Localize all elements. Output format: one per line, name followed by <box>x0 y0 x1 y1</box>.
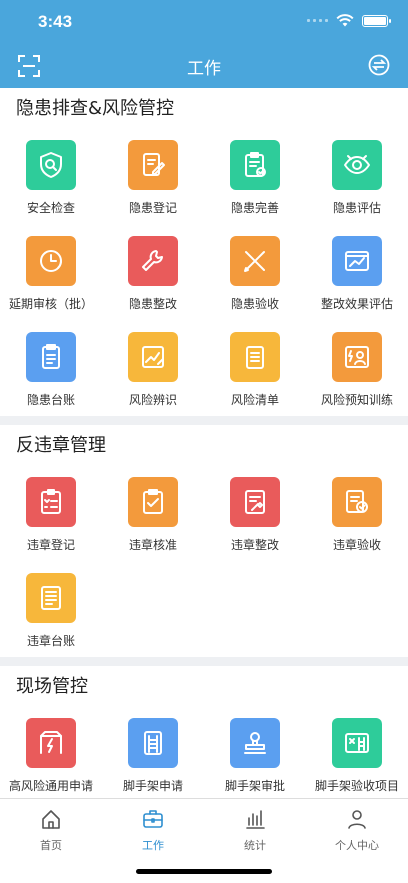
ruler-pencil-icon <box>230 236 280 286</box>
clipboard-check-icon <box>230 140 280 190</box>
feature-label: 违章台账 <box>26 634 75 648</box>
ledger-icon <box>26 573 76 623</box>
feature-item[interactable]: 隐患验收 <box>204 224 306 320</box>
feature-item[interactable]: 违章核准 <box>102 465 204 561</box>
document-badge-icon <box>332 477 382 527</box>
shield-search-icon <box>26 140 76 190</box>
feature-label: 高风险通用申请 <box>8 779 93 793</box>
feature-item[interactable]: 脚手架审批 <box>204 706 306 798</box>
bar-chart-icon <box>243 807 267 835</box>
briefcase-icon <box>141 807 165 835</box>
feature-item[interactable]: 风险清单 <box>204 320 306 416</box>
feature-label: 隐患评估 <box>332 201 381 215</box>
scaffold-document-icon <box>128 718 178 768</box>
feature-item[interactable]: 违章登记 <box>0 465 102 561</box>
feature-item[interactable]: 隐患台账 <box>0 320 102 416</box>
top-bar: 3:43 工作 <box>0 0 408 88</box>
feature-item[interactable]: 延期审核（批） <box>0 224 102 320</box>
clipboard-approve-icon <box>128 477 178 527</box>
feature-label: 违章登记 <box>26 538 75 552</box>
feature-label: 脚手架验收项目 <box>314 779 399 793</box>
eye-scan-icon <box>332 140 382 190</box>
feature-item[interactable]: 脚手架验收项目 <box>306 706 408 798</box>
page-title: 工作 <box>187 59 221 79</box>
home-icon <box>39 807 63 835</box>
battery-icon <box>362 14 391 27</box>
feature-item[interactable]: 隐患完善 <box>204 128 306 224</box>
home-indicator <box>136 869 272 874</box>
feature-label: 隐患登记 <box>128 201 177 215</box>
tab-label: 首页 <box>40 839 62 852</box>
high-voltage-icon <box>26 718 76 768</box>
content-area[interactable]: 隐患排查&风险管控安全检查 隐患登记 隐患完善 隐患评估延期审核（批） 隐患整改 隐患验收… <box>0 88 408 798</box>
feature-item[interactable]: 整改效果评估 <box>306 224 408 320</box>
feature-label: 脚手架审批 <box>224 779 285 793</box>
tab-person[interactable]: 个人中心 <box>306 799 408 853</box>
feature-item[interactable]: 违章整改 <box>204 465 306 561</box>
signal-icon <box>307 19 328 22</box>
feature-label: 隐患整改 <box>128 297 177 311</box>
list-document-icon <box>230 332 280 382</box>
feature-item[interactable]: 违章台账 <box>0 561 102 657</box>
clock-icon <box>26 236 76 286</box>
edit-document-icon <box>128 140 178 190</box>
feature-item[interactable]: 高风险通用申请 <box>0 706 102 798</box>
person-alert-icon <box>332 332 382 382</box>
feature-label: 风险清单 <box>230 393 279 407</box>
feature-label: 整改效果评估 <box>320 297 393 311</box>
section-1: 反违章管理违章登记 违章核准 违章整改 违章验收违章台账 <box>0 425 408 657</box>
feature-item[interactable]: 违章验收 <box>306 465 408 561</box>
feature-item[interactable]: 风险预知训练 <box>306 320 408 416</box>
scaffold-check-icon <box>332 718 382 768</box>
feature-item[interactable]: 隐患整改 <box>102 224 204 320</box>
tab-home[interactable]: 首页 <box>0 799 102 853</box>
feature-label: 违章验收 <box>332 538 381 552</box>
stamp-icon <box>230 718 280 768</box>
feature-label: 违章整改 <box>230 538 279 552</box>
tab-briefcase[interactable]: 工作 <box>102 799 204 853</box>
tab-label: 统计 <box>244 839 266 852</box>
feature-item[interactable]: 风险辨识 <box>102 320 204 416</box>
feature-item[interactable]: 隐患登记 <box>102 128 204 224</box>
tab-bar: 首页 工作 统计 个人中心 <box>0 798 408 883</box>
feature-item[interactable]: 隐患评估 <box>306 128 408 224</box>
chart-pencil-icon <box>128 332 178 382</box>
tab-bar-chart[interactable]: 统计 <box>204 799 306 853</box>
status-indicators <box>307 14 391 27</box>
clipboard-list-icon <box>26 332 76 382</box>
feature-label: 安全检查 <box>26 201 75 215</box>
feature-label: 风险辨识 <box>128 393 177 407</box>
feature-grid: 违章登记 违章核准 违章整改 违章验收违章台账 <box>0 465 408 657</box>
section-title: 隐患排查&风险管控 <box>16 98 175 119</box>
section-2: 现场管控高风险通用申请 脚手架申请 脚手架审批 脚手架验收项目 <box>0 666 408 798</box>
section-0: 隐患排查&风险管控安全检查 隐患登记 隐患完善 隐患评估延期审核（批） 隐患整改 隐患验收… <box>0 88 408 416</box>
feature-label: 脚手架申请 <box>122 779 183 793</box>
folder-chart-icon <box>332 236 382 286</box>
document-wrench-icon <box>230 477 280 527</box>
feature-label: 隐患完善 <box>230 201 279 215</box>
section-title: 反违章管理 <box>16 435 106 456</box>
feature-item[interactable]: 脚手架申请 <box>102 706 204 798</box>
section-title: 现场管控 <box>16 676 88 697</box>
feature-label: 违章核准 <box>128 538 177 552</box>
tab-label: 工作 <box>142 839 164 852</box>
feature-label: 延期审核（批） <box>8 297 93 311</box>
status-time: 3:43 <box>38 12 73 31</box>
wifi-icon <box>336 14 354 27</box>
tab-label: 个人中心 <box>335 839 379 852</box>
feature-grid: 安全检查 隐患登记 隐患完善 隐患评估延期审核（批） 隐患整改 隐患验收 整改效果评估隐患台… <box>0 128 408 416</box>
feature-label: 隐患台账 <box>26 393 75 407</box>
feature-grid: 高风险通用申请 脚手架申请 脚手架审批 脚手架验收项目 <box>0 706 408 798</box>
work-page: 3:43 工作 隐患排查&风险管控安全检查 隐患登记 隐患完善 隐患评估延期审核（批）… <box>0 0 408 883</box>
feature-label: 风险预知训练 <box>320 393 393 407</box>
person-icon <box>345 807 369 835</box>
wrench-icon <box>128 236 178 286</box>
feature-item[interactable]: 安全检查 <box>0 128 102 224</box>
feature-label: 隐患验收 <box>230 297 279 311</box>
switch-icon[interactable] <box>368 54 390 76</box>
checklist-icon <box>26 477 76 527</box>
